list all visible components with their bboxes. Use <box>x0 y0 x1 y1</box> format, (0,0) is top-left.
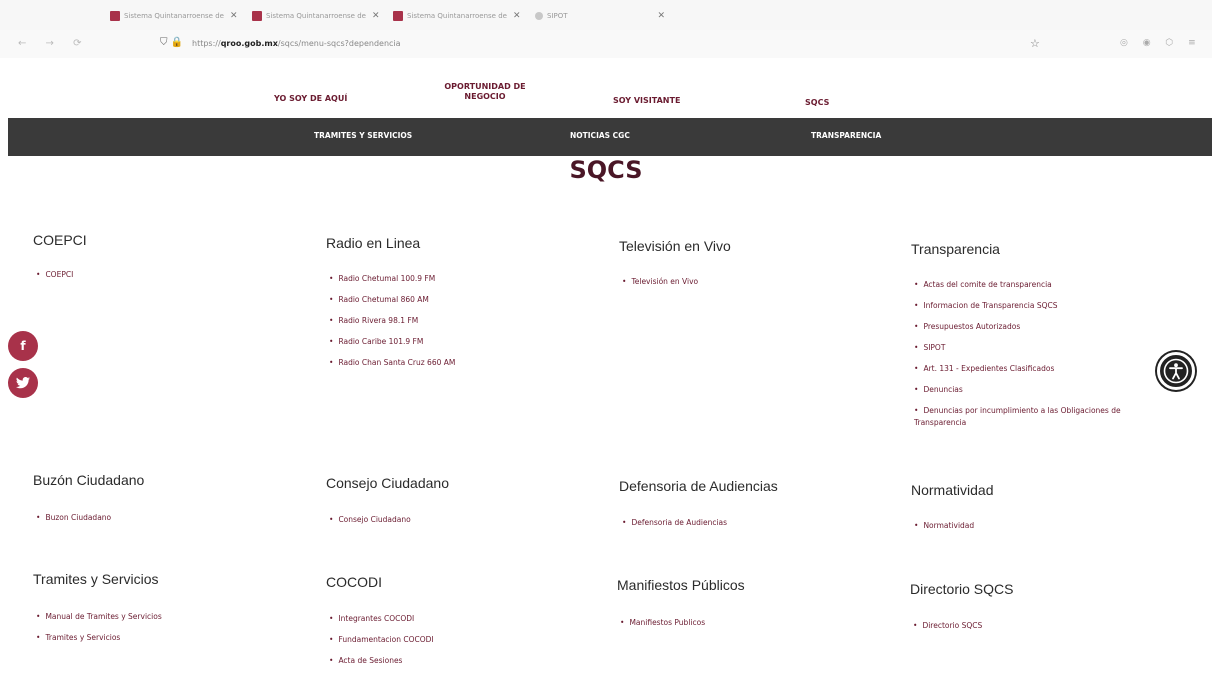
list-item[interactable]: COEPCI <box>36 270 73 291</box>
list-item-continuation[interactable]: Transparencia <box>914 418 1121 430</box>
browser-tab[interactable]: Sistema Quintanarroense de ✕ <box>110 8 238 24</box>
tab-label: Sistema Quintanarroense de <box>266 12 366 20</box>
list-item[interactable]: Buzon Ciudadano <box>36 513 111 534</box>
list-item[interactable]: Manifiestos Publicos <box>620 618 705 639</box>
section-title-transparencia: Transparencia <box>911 241 1000 257</box>
globe-icon <box>535 12 543 20</box>
list-item[interactable]: Consejo Ciudadano <box>329 515 410 536</box>
tab-label: Sistema Quintanarroense de <box>407 12 507 20</box>
site-favicon-icon <box>393 11 403 21</box>
section-title-buzon: Buzón Ciudadano <box>33 472 145 488</box>
nav-yo-soy-de-aqui[interactable]: YO SOY DE AQUÍ <box>274 94 347 104</box>
list-item[interactable]: Defensoria de Audiencias <box>622 518 727 539</box>
section-list-consejo: Consejo Ciudadano <box>329 515 410 536</box>
list-item[interactable]: Integrantes COCODI <box>329 614 434 635</box>
section-list-directorio: Directorio SQCS <box>913 621 982 642</box>
list-item[interactable]: Denuncias por incumplimiento a las Oblig… <box>914 406 1120 418</box>
nav-oportunidad-de-negocio[interactable]: OPORTUNIDAD DE NEGOCIO <box>432 82 538 102</box>
list-item[interactable]: Actas del comite de transparencia <box>914 280 1121 301</box>
section-list-buzon: Buzon Ciudadano <box>36 513 111 534</box>
list-item[interactable]: Normatividad <box>914 521 974 542</box>
list-item-text: Transparencia <box>914 418 967 427</box>
site-favicon-icon <box>110 11 120 21</box>
section-list-tramites: Manual de Tramites y Servicios Tramites … <box>36 612 162 654</box>
section-list-transparencia: Actas del comite de transparencia Inform… <box>914 280 1121 430</box>
section-list-cocodi: Integrantes COCODI Fundamentacion COCODI… <box>329 614 434 676</box>
list-item[interactable]: Radio Chetumal 860 AM <box>329 295 455 316</box>
section-list-television: Televisión en Vivo <box>622 277 698 298</box>
accessibility-figure-icon <box>1163 358 1189 384</box>
list-item[interactable]: Televisión en Vivo <box>622 277 698 298</box>
section-title-consejo: Consejo Ciudadano <box>326 475 449 491</box>
list-item[interactable]: Informacion de Transparencia SQCS <box>914 301 1121 322</box>
list-item[interactable]: Radio Rivera 98.1 FM <box>329 316 455 337</box>
nav-noticias-cgc[interactable]: NOTICIAS CGC <box>570 131 630 140</box>
secondary-nav-bar: TRAMITES Y SERVICIOS NOTICIAS CGC TRANSP… <box>8 118 1212 156</box>
close-icon[interactable]: ✕ <box>658 11 666 21</box>
list-item[interactable]: Radio Caribe 101.9 FM <box>329 337 455 358</box>
page-title: SQCS <box>569 156 643 184</box>
nav-soy-visitante[interactable]: SOY VISITANTE <box>613 96 680 106</box>
tab-label: SIPOT <box>547 12 568 20</box>
browser-tab[interactable]: Sistema Quintanarroense de ✕ <box>252 8 380 24</box>
url-field[interactable]: https://qroo.gob.mx/sqcs/menu-sqcs?depen… <box>192 39 401 48</box>
section-title-directorio: Directorio SQCS <box>910 581 1014 597</box>
shield-lock-icon[interactable]: ⛉ 🔒 <box>160 37 183 48</box>
close-icon[interactable]: ✕ <box>372 11 380 21</box>
section-title-tramites: Tramites y Servicios <box>33 571 159 587</box>
section-list-normatividad: Normatividad <box>914 521 974 542</box>
browser-url-bar: ← → ⟳ ⛉ 🔒 https://qroo.gob.mx/sqcs/menu-… <box>0 30 1212 58</box>
bookmark-star-icon[interactable]: ☆ <box>1030 37 1040 50</box>
section-title-radio: Radio en Linea <box>326 235 421 251</box>
nav-sqcs[interactable]: SQCS <box>805 98 829 108</box>
twitter-icon[interactable] <box>8 368 38 398</box>
section-title-television: Televisión en Vivo <box>619 238 731 254</box>
section-list-coepci: COEPCI <box>36 270 73 291</box>
list-item[interactable]: Radio Chan Santa Cruz 660 AM <box>329 358 455 379</box>
twitter-bird-icon <box>16 377 30 389</box>
accessibility-icon[interactable] <box>1157 352 1195 390</box>
extension-icons[interactable]: ◎ ◉ ⬡ ≡ <box>1120 38 1202 48</box>
section-title-cocodi: COCODI <box>326 574 382 590</box>
list-item[interactable]: Radio Chetumal 100.9 FM <box>329 274 455 295</box>
url-prefix: https:// <box>192 39 221 48</box>
list-item[interactable]: Directorio SQCS <box>913 621 982 642</box>
list-item[interactable]: Denuncias <box>914 385 1121 406</box>
browser-tab[interactable]: SIPOT ✕ <box>535 8 665 24</box>
section-title-normatividad: Normatividad <box>911 482 994 498</box>
list-item[interactable]: Manual de Tramites y Servicios <box>36 612 161 633</box>
facebook-icon[interactable]: f <box>8 331 38 361</box>
list-item[interactable]: Acta de Sesiones <box>329 656 434 676</box>
tab-label: Sistema Quintanarroense de <box>124 12 224 20</box>
url-path: /sqcs/menu-sqcs?dependencia <box>277 39 401 48</box>
close-icon[interactable]: ✕ <box>230 11 238 21</box>
section-list-defensoria: Defensoria de Audiencias <box>622 518 727 539</box>
section-title-coepci: COEPCI <box>33 232 87 248</box>
browser-tab-bar: Sistema Quintanarroense de ✕ Sistema Qui… <box>0 0 1212 30</box>
section-title-defensoria: Defensoria de Audiencias <box>619 478 778 494</box>
nav-tramites-y-servicios[interactable]: TRAMITES Y SERVICIOS <box>314 131 412 140</box>
section-list-manifiestos: Manifiestos Publicos <box>620 618 705 639</box>
list-item[interactable]: Presupuestos Autorizados <box>914 322 1121 343</box>
browser-tab[interactable]: Sistema Quintanarroense de ✕ <box>393 8 521 24</box>
list-item[interactable]: Fundamentacion COCODI <box>329 635 433 656</box>
url-domain: qroo.gob.mx <box>220 39 278 48</box>
nav-transparencia[interactable]: TRANSPARENCIA <box>811 131 881 140</box>
list-item[interactable]: SIPOT <box>914 343 1121 364</box>
close-icon[interactable]: ✕ <box>513 11 521 21</box>
site-favicon-icon <box>252 11 262 21</box>
section-list-radio: Radio Chetumal 100.9 FM Radio Chetumal 8… <box>329 274 455 379</box>
section-title-manifiestos: Manifiestos Públicos <box>617 577 745 593</box>
list-item[interactable]: Art. 131 - Expedientes Clasificados <box>914 364 1121 385</box>
back-forward-icons[interactable]: ← → ⟳ <box>18 38 90 49</box>
list-item[interactable]: Tramites y Servicios <box>36 633 162 654</box>
